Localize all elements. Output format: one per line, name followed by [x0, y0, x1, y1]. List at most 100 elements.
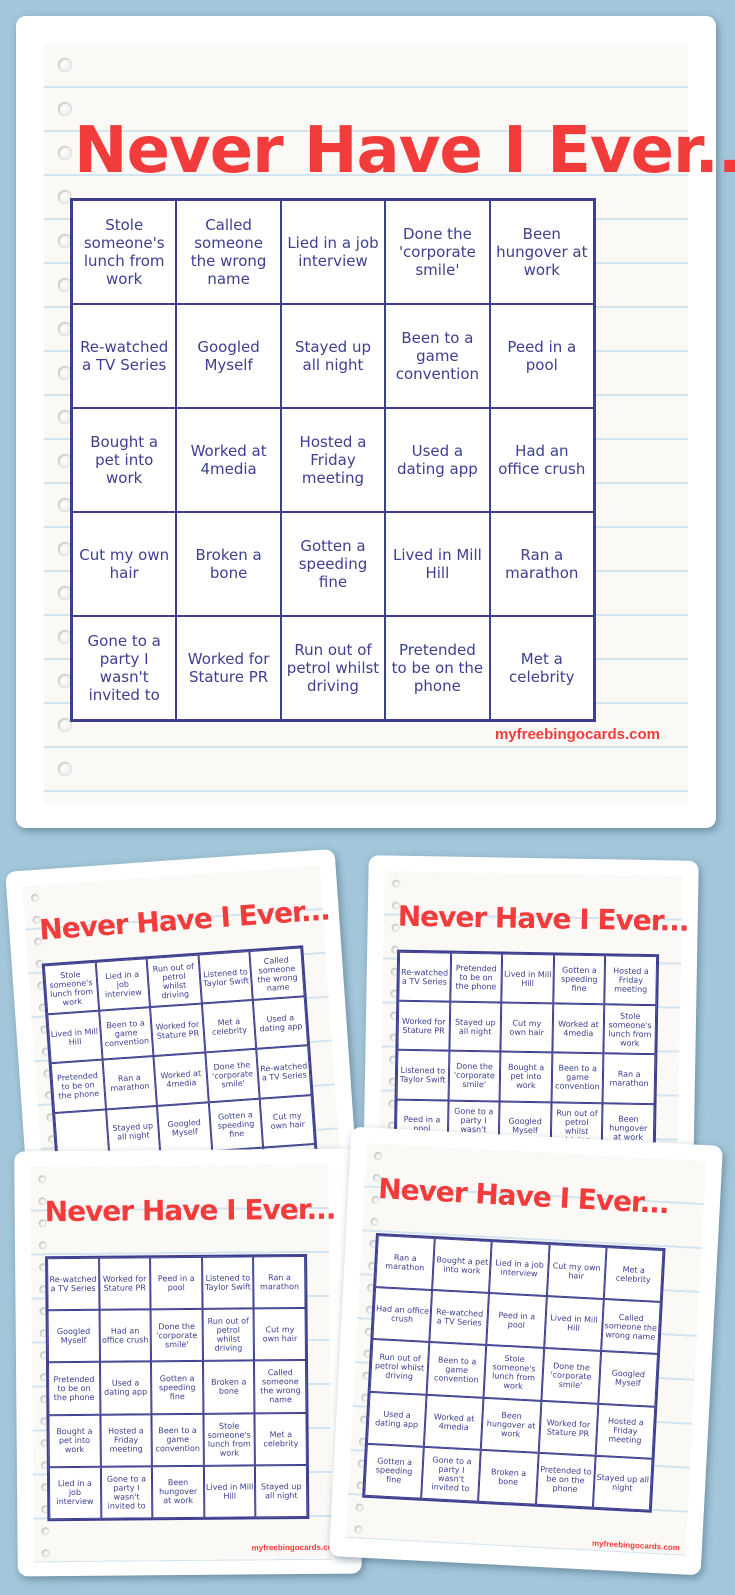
- bingo-cell[interactable]: Stole someone's lunch from work: [603, 1004, 657, 1055]
- bingo-cell[interactable]: Lived in Mill Hill: [501, 953, 554, 1004]
- bingo-cell[interactable]: Met a celebrity: [254, 1412, 307, 1466]
- bingo-cell[interactable]: Done the 'corporate smile': [205, 1049, 261, 1102]
- bingo-cell[interactable]: Googled Myself: [598, 1351, 659, 1407]
- bingo-cell[interactable]: Cut my own hair: [546, 1244, 607, 1300]
- bingo-cell[interactable]: Broken a bone: [478, 1449, 539, 1505]
- bingo-cell[interactable]: Bought a pet into work: [48, 1414, 101, 1468]
- bingo-cell[interactable]: Gotten a speeding fine: [280, 512, 386, 616]
- bingo-cell[interactable]: Pretended to be on the phone: [535, 1452, 596, 1508]
- bingo-cell[interactable]: Ran a marathon: [489, 512, 594, 616]
- bingo-cell[interactable]: Had an office crush: [372, 1287, 433, 1343]
- bingo-cell[interactable]: Run out of petrol whilst driving: [369, 1339, 430, 1395]
- bingo-cell[interactable]: Done the 'corporate smile': [541, 1348, 601, 1404]
- bingo-cell[interactable]: Cut my own hair: [500, 1002, 554, 1053]
- bingo-cell[interactable]: Gotten a speeding fine: [553, 954, 606, 1005]
- bingo-cell[interactable]: Gone to a party I wasn't invited to: [421, 1446, 482, 1502]
- bingo-cell[interactable]: Peed in a pool: [150, 1256, 203, 1310]
- bingo-cell[interactable]: Stole someone's lunch from work: [203, 1413, 256, 1466]
- bingo-cell[interactable]: Lied in a job interview: [48, 1466, 101, 1520]
- bingo-cell[interactable]: Used a dating app: [253, 996, 309, 1050]
- bingo-cell[interactable]: Broken a bone: [176, 512, 281, 616]
- bingo-cell[interactable]: Cut my own hair: [260, 1094, 315, 1148]
- bingo-cell[interactable]: Called someone the wrong name: [249, 947, 305, 1001]
- bingo-cell[interactable]: Been to a game convention: [385, 304, 490, 408]
- bingo-cell[interactable]: Re-watched a TV Series: [256, 1045, 312, 1099]
- bingo-cell[interactable]: Ran a marathon: [602, 1053, 656, 1104]
- bingo-cell[interactable]: Used a dating app: [385, 408, 490, 512]
- bingo-cell[interactable]: Hosted a Friday meeting: [604, 955, 658, 1006]
- bingo-cell[interactable]: Listened to Taylor Swift: [396, 1050, 450, 1101]
- bingo-cell[interactable]: Called someone the wrong name: [254, 1360, 307, 1414]
- bingo-cell[interactable]: Pretended to be on the phone: [385, 616, 490, 720]
- bingo-cell[interactable]: Been hungover at work: [489, 200, 594, 304]
- bingo-cell[interactable]: Lied in a job interview: [95, 958, 151, 1011]
- bingo-cell[interactable]: Re-watched a TV Series: [47, 1257, 100, 1311]
- bingo-cell[interactable]: Listened to Taylor Swift: [201, 1256, 254, 1310]
- bingo-cell[interactable]: Gotten a speeding fine: [364, 1443, 425, 1499]
- bingo-cell[interactable]: Lived in Mill Hill: [47, 1010, 103, 1064]
- bingo-cell[interactable]: Googled Myself: [47, 1309, 100, 1363]
- bingo-cell[interactable]: Met a celebrity: [603, 1247, 664, 1303]
- bingo-cell[interactable]: Called someone the wrong name: [176, 200, 281, 304]
- bingo-cell[interactable]: Pretended to be on the phone: [47, 1362, 101, 1415]
- bingo-cell[interactable]: Done the 'corporate smile': [385, 200, 490, 304]
- bingo-cell[interactable]: Pretended to be on the phone: [50, 1059, 106, 1113]
- bingo-cell[interactable]: Hosted a Friday meeting: [595, 1403, 656, 1459]
- bingo-cell[interactable]: Listened to Taylor Swift: [198, 951, 254, 1004]
- bingo-cell[interactable]: Been to a game convention: [551, 1052, 604, 1103]
- bingo-cell[interactable]: Had an office crush: [489, 408, 594, 512]
- bingo-cell[interactable]: Done the 'corporate smile': [448, 1050, 501, 1102]
- bingo-cell[interactable]: Ran a marathon: [102, 1056, 158, 1110]
- bingo-cell[interactable]: Lived in Mill Hill: [203, 1465, 256, 1518]
- bingo-cell[interactable]: Had an office crush: [99, 1309, 152, 1363]
- bingo-cell[interactable]: Stayed up all night: [449, 1001, 502, 1052]
- bingo-cell[interactable]: Been to a game convention: [98, 1007, 154, 1060]
- bingo-cell[interactable]: Worked for Stature PR: [150, 1003, 206, 1057]
- bingo-cell[interactable]: Stole someone's lunch from work: [483, 1345, 544, 1401]
- bingo-cell[interactable]: Worked for Stature PR: [397, 1000, 450, 1051]
- bingo-cell[interactable]: Used a dating app: [366, 1391, 427, 1447]
- bingo-cell[interactable]: Worked for Stature PR: [538, 1400, 599, 1456]
- bingo-cell[interactable]: Worked at 4media: [424, 1394, 484, 1450]
- bingo-cell[interactable]: Done the 'corporate smile': [150, 1309, 203, 1362]
- bingo-cell[interactable]: Re-watched a TV Series: [398, 951, 451, 1002]
- bingo-cell[interactable]: Stayed up all night: [280, 304, 386, 408]
- bingo-cell[interactable]: Ran a marathon: [375, 1235, 435, 1291]
- bingo-cell[interactable]: Lived in Mill Hill: [385, 512, 490, 616]
- bingo-cell[interactable]: Re-watched a TV Series: [72, 304, 177, 408]
- bingo-cell[interactable]: Been to a game convention: [151, 1413, 204, 1467]
- bingo-cell[interactable]: Peed in a pool: [489, 304, 594, 408]
- bingo-cell[interactable]: Googled Myself: [157, 1101, 213, 1155]
- bingo-cell[interactable]: Worked at 4media: [153, 1052, 209, 1106]
- bingo-cell[interactable]: Hosted a Friday meeting: [280, 408, 386, 512]
- bingo-cell[interactable]: Worked at 4media: [176, 408, 281, 512]
- bingo-cell[interactable]: Run out of petrol whilst driving: [202, 1308, 255, 1362]
- bingo-cell[interactable]: Stayed up all night: [592, 1455, 653, 1511]
- bingo-cell[interactable]: Gotten a speeding fine: [208, 1098, 264, 1151]
- bingo-cell[interactable]: Been hungover at work: [152, 1465, 205, 1519]
- bingo-cell[interactable]: Peed in a pool: [486, 1293, 547, 1349]
- bingo-cell[interactable]: Used a dating app: [99, 1361, 152, 1415]
- bingo-cell[interactable]: Cut my own hair: [253, 1308, 306, 1361]
- bingo-cell[interactable]: Bought a pet into work: [499, 1051, 553, 1102]
- bingo-cell[interactable]: Worked for Stature PR: [176, 616, 281, 720]
- bingo-cell[interactable]: Run out of petrol whilst driving: [146, 954, 202, 1008]
- bingo-cell[interactable]: Googled Myself: [176, 304, 281, 408]
- bingo-cell[interactable]: Been to a game convention: [426, 1342, 487, 1398]
- bingo-cell[interactable]: Ran a marathon: [253, 1255, 306, 1309]
- bingo-cell[interactable]: Met a celebrity: [489, 616, 594, 720]
- bingo-cell[interactable]: Bought a pet into work: [72, 408, 177, 512]
- bingo-cell[interactable]: Stole someone's lunch from work: [43, 961, 99, 1015]
- bingo-cell[interactable]: Bought a pet into work: [432, 1238, 493, 1294]
- bingo-cell[interactable]: Pretended to be on the phone: [449, 952, 503, 1003]
- bingo-cell[interactable]: Re-watched a TV Series: [429, 1290, 490, 1346]
- bingo-cell[interactable]: Gotten a speeding fine: [151, 1361, 204, 1414]
- bingo-cell[interactable]: Stayed up all night: [255, 1464, 308, 1518]
- bingo-cell[interactable]: Met a celebrity: [201, 1000, 257, 1053]
- bingo-cell[interactable]: Gone to a party I wasn't invited to: [72, 616, 177, 720]
- bingo-cell[interactable]: Broken a bone: [202, 1360, 255, 1414]
- bingo-cell[interactable]: Worked at 4media: [552, 1003, 605, 1054]
- bingo-cell[interactable]: Lived in Mill Hill: [543, 1296, 604, 1352]
- bingo-cell[interactable]: Been hungover at work: [481, 1397, 542, 1453]
- bingo-cell[interactable]: Worked for Stature PR: [98, 1257, 151, 1310]
